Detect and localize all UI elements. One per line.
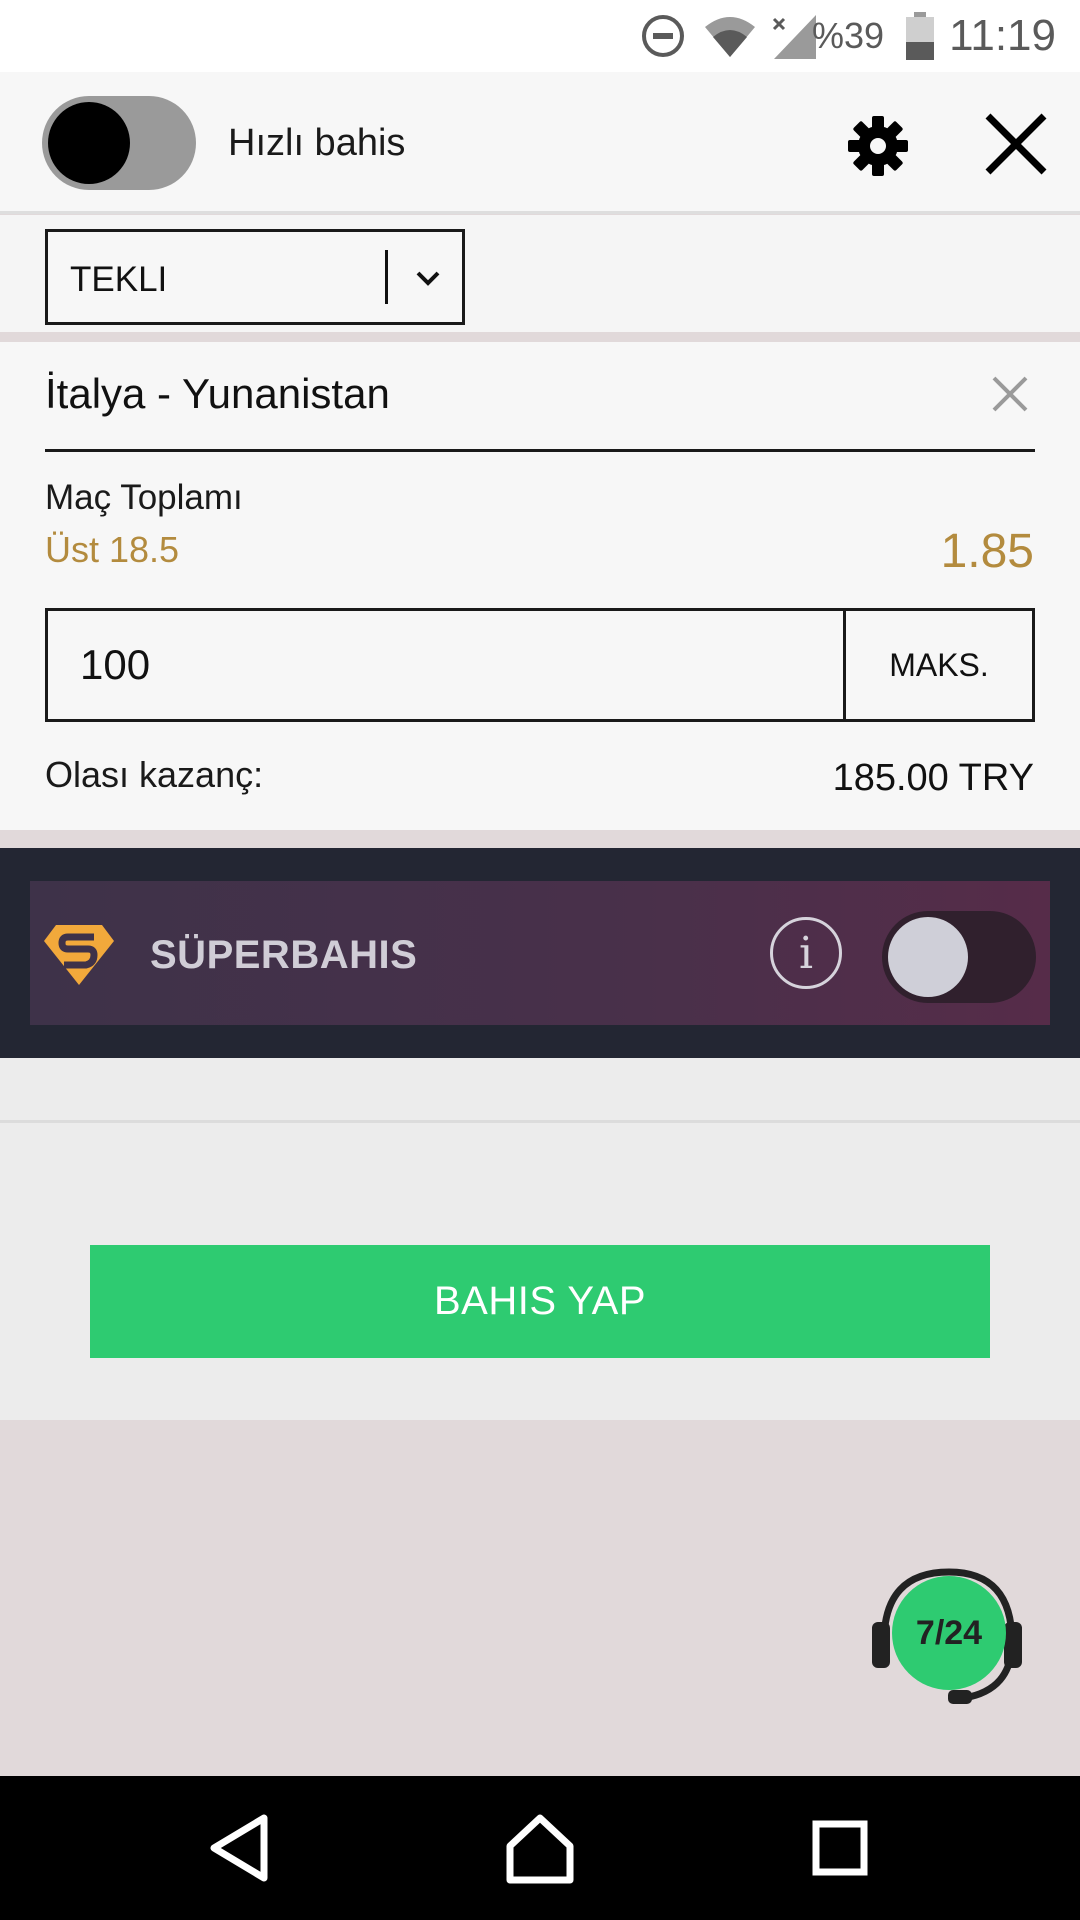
- max-stake-button[interactable]: MAKS.: [843, 611, 1032, 719]
- dropdown-separator: [385, 250, 388, 304]
- odds-value: 1.85: [940, 525, 1034, 578]
- toggle-knob: [48, 102, 130, 184]
- market-name: Maç Toplamı: [45, 478, 243, 517]
- superbahis-label: SÜPERBAHIS: [150, 933, 418, 977]
- match-title: İtalya - Yunanistan: [45, 370, 390, 417]
- support-badge: 7/24: [892, 1576, 1006, 1690]
- info-icon[interactable]: i: [770, 917, 842, 989]
- wifi-icon: [703, 0, 757, 72]
- do-not-disturb-icon: [640, 0, 686, 72]
- stake-input[interactable]: [48, 611, 843, 719]
- bet-type-value: TEKLI: [70, 260, 168, 299]
- superbahis-panel: SÜPERBAHIS i: [30, 881, 1050, 1025]
- superbahis-logo-icon: [42, 921, 116, 987]
- potential-win-value: 185.00 TRY: [832, 757, 1034, 799]
- close-icon[interactable]: [980, 108, 1052, 180]
- gear-icon[interactable]: [846, 114, 910, 178]
- action-area: BAHIS YAP: [0, 1058, 1080, 1420]
- chevron-down-icon: [408, 258, 448, 298]
- divider: [0, 1120, 1080, 1123]
- toggle-knob: [888, 917, 968, 997]
- clock: 11:19: [949, 11, 1056, 60]
- recents-icon[interactable]: [798, 1806, 882, 1890]
- status-bar: %39 11:19: [0, 0, 1080, 72]
- divider: [45, 449, 1035, 452]
- place-bet-button[interactable]: BAHIS YAP: [90, 1245, 990, 1358]
- selection-name: Üst 18.5: [45, 529, 180, 570]
- stake-field: MAKS.: [45, 608, 1035, 722]
- superbahis-toggle[interactable]: [882, 911, 1036, 1003]
- bet-type-dropdown[interactable]: TEKLI: [45, 229, 465, 325]
- superbahis-section: SÜPERBAHIS i: [0, 848, 1080, 1058]
- back-icon[interactable]: [198, 1806, 282, 1890]
- home-icon[interactable]: [498, 1806, 582, 1890]
- bet-card: İtalya - Yunanistan Maç Toplamı Üst 18.5…: [0, 342, 1080, 830]
- live-support-button[interactable]: 7/24: [864, 1562, 1028, 1712]
- betslip-header: Hızlı bahis: [0, 72, 1080, 214]
- remove-bet-icon[interactable]: [990, 374, 1030, 414]
- quick-bet-toggle[interactable]: [42, 96, 196, 190]
- bet-type-bar: TEKLI: [0, 215, 1080, 339]
- quick-bet-label: Hızlı bahis: [228, 122, 406, 164]
- battery-icon: [906, 0, 934, 72]
- battery-percent: %39: [811, 15, 884, 56]
- android-nav-bar: [0, 1776, 1080, 1920]
- potential-win-label: Olası kazanç:: [45, 754, 264, 795]
